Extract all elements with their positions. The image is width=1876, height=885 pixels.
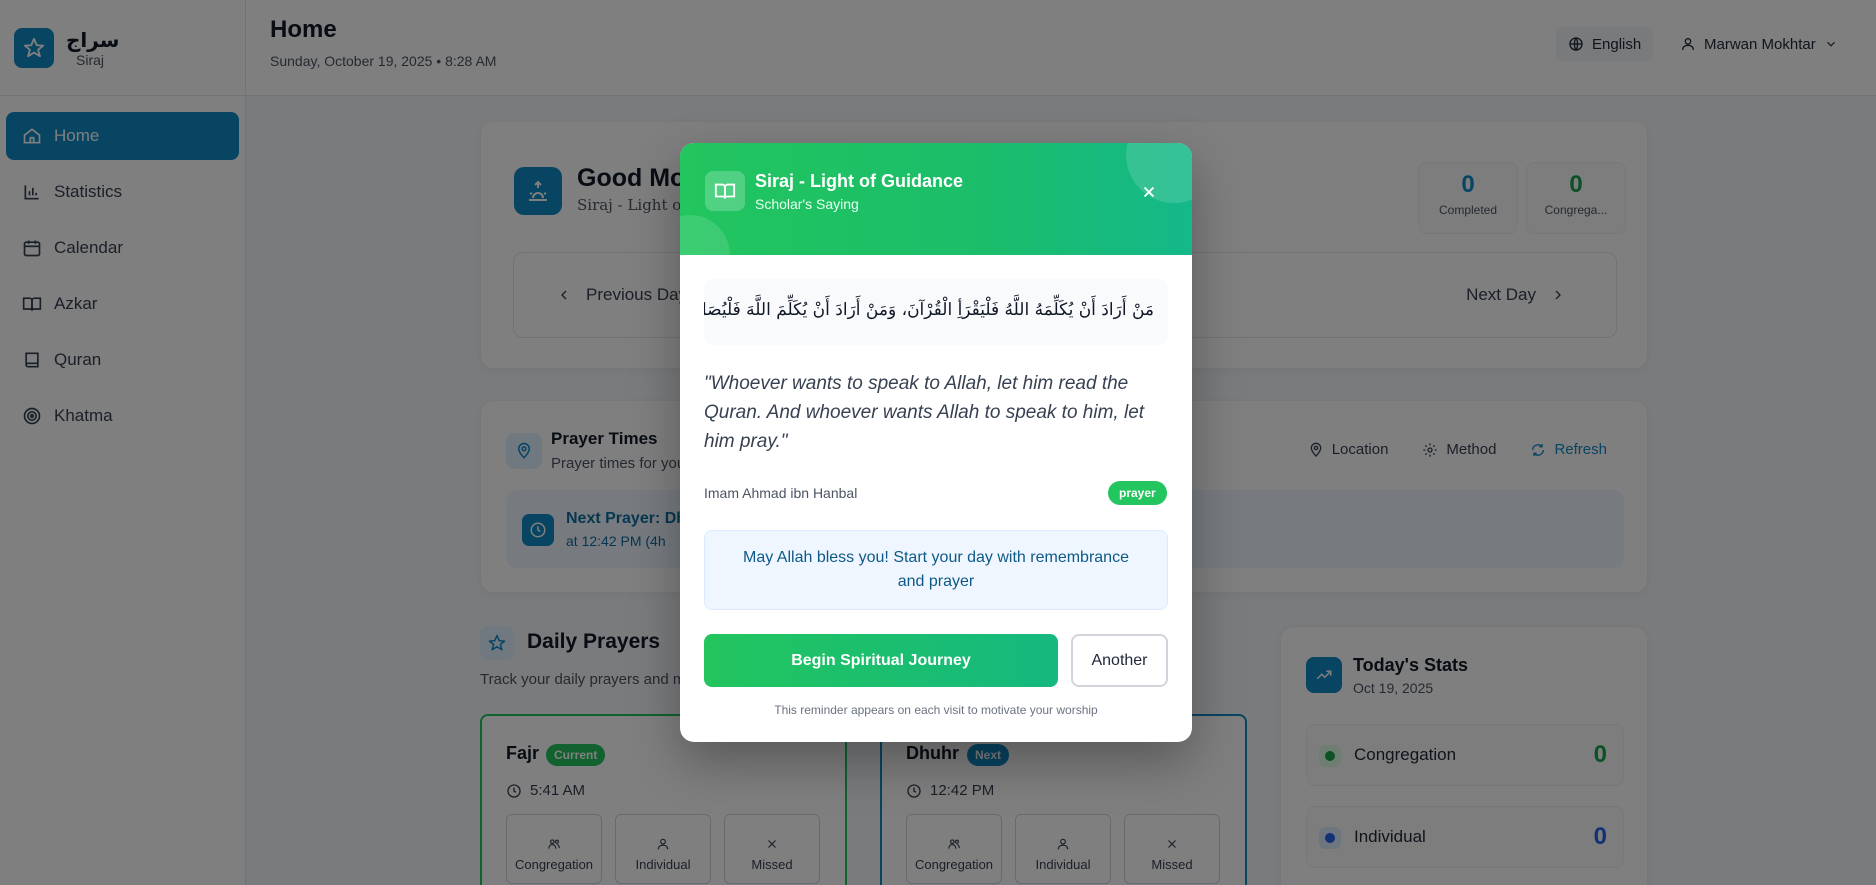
modal-footer-note: This reminder appears on each visit to m… [774, 703, 1098, 717]
saying-author: Imam Ahmad ibn Hanbal [704, 485, 858, 501]
daily-reminder-modal: Siraj - Light of Guidance Scholar's Sayi… [680, 143, 1192, 742]
arabic-saying: مَنْ أَرَادَ أَنْ يُكَلِّمَهُ اللَّهُ فَ… [704, 279, 1168, 345]
begin-journey-button[interactable]: Begin Spiritual Journey [704, 634, 1058, 687]
saying-translation: "Whoever wants to speak to Allah, let hi… [704, 373, 1145, 452]
category-tag: prayer [1108, 481, 1167, 505]
modal-header: Siraj - Light of Guidance Scholar's Sayi… [680, 143, 1192, 255]
modal-subtitle: Scholar's Saying [755, 196, 859, 212]
blessing-message: May Allah bless you! Start your day with… [704, 530, 1168, 610]
another-saying-button[interactable]: Another [1071, 634, 1168, 687]
modal-title: Siraj - Light of Guidance [755, 171, 964, 191]
close-icon[interactable] [1140, 183, 1158, 201]
open-book-icon [705, 171, 745, 211]
